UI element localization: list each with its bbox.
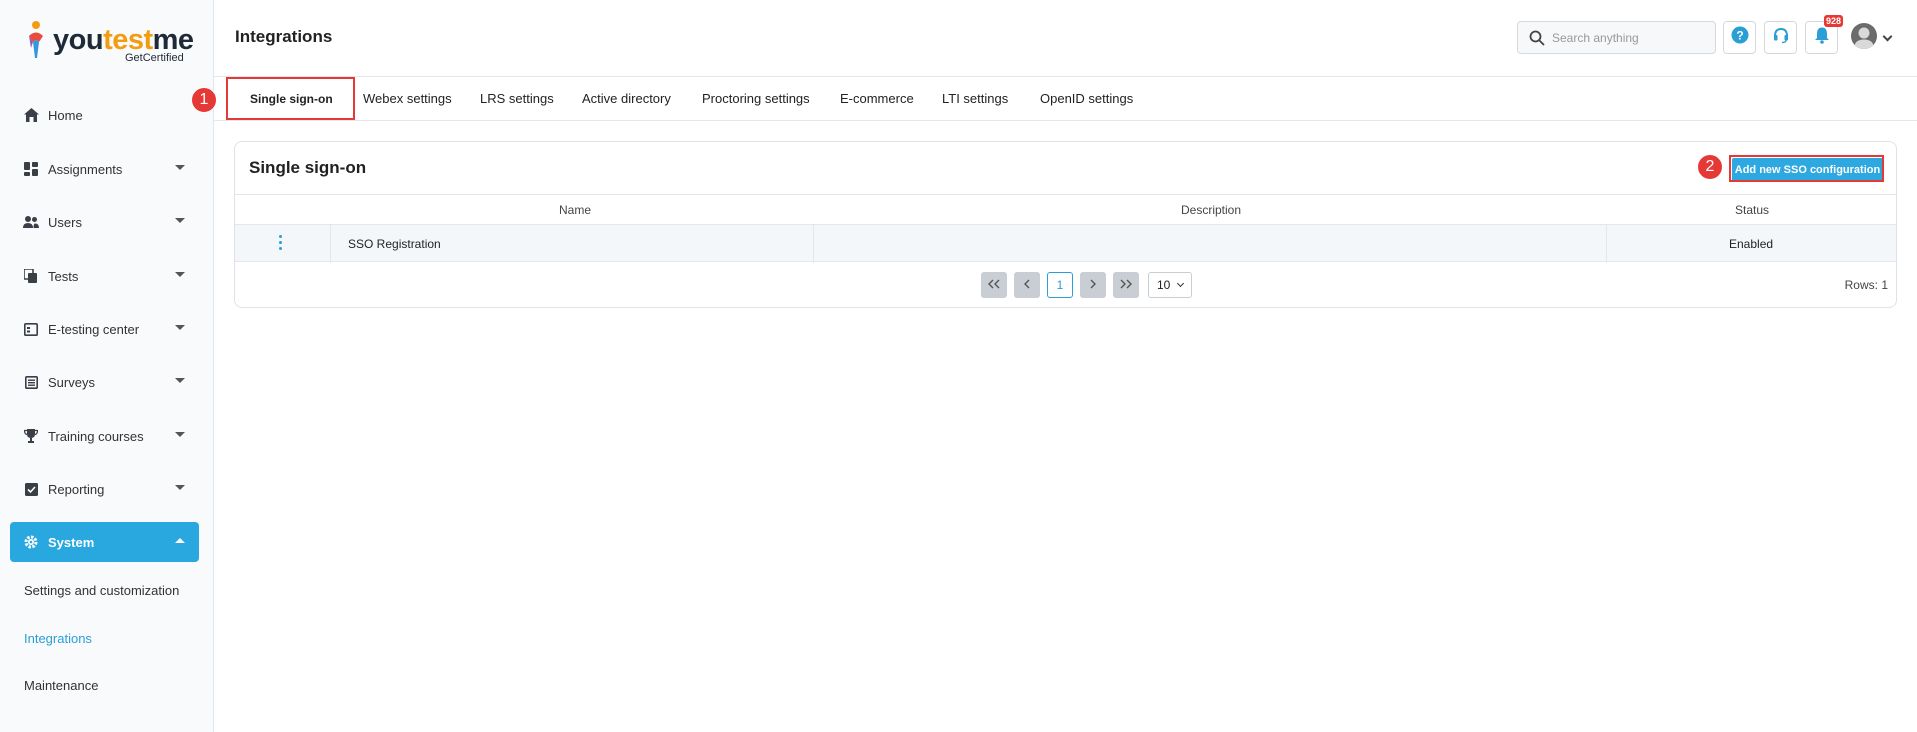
sidebar-item-label: System — [48, 534, 95, 550]
first-page-button[interactable] — [981, 272, 1007, 298]
previous-page-button[interactable] — [1014, 272, 1040, 298]
search-icon — [1529, 30, 1545, 49]
double-chevron-left-icon — [988, 278, 1000, 292]
column-header-name[interactable]: Name — [559, 203, 591, 217]
cell-divider — [1606, 225, 1607, 263]
sidebar-item-label: Tests — [48, 268, 79, 284]
sidebar-item-label: E-testing center — [48, 321, 140, 337]
users-icon — [23, 214, 39, 230]
tab-openid-settings[interactable]: OpenID settings — [1040, 91, 1133, 106]
support-button[interactable] — [1764, 21, 1797, 54]
sidebar-item-label: Home — [48, 107, 83, 123]
sso-card: Single sign-on Add new SSO configuration… — [234, 141, 1897, 308]
sidebar-item-label: Reporting — [48, 481, 105, 497]
chevron-down-icon — [175, 165, 185, 170]
tab-webex-settings[interactable]: Webex settings — [363, 91, 452, 106]
row-menu-icon[interactable] — [279, 235, 282, 250]
logo[interactable]: youtestme GetCertified — [25, 18, 195, 68]
sidebar-item-label: Assignments — [48, 161, 123, 177]
help-button[interactable]: ? — [1723, 21, 1756, 54]
chevron-down-icon — [1176, 279, 1185, 288]
tab-proctoring-settings[interactable]: Proctoring settings — [702, 91, 810, 106]
sidebar-item-label: Surveys — [48, 374, 95, 390]
column-header-status[interactable]: Status — [1735, 203, 1769, 217]
list-icon — [23, 374, 39, 390]
sidebar-item-system[interactable]: System — [10, 522, 199, 562]
tab-lrs-settings[interactable]: LRS settings — [480, 91, 554, 106]
sidebar-item-e-testing-center[interactable]: E-testing center — [10, 309, 199, 349]
headset-icon — [1772, 26, 1790, 49]
cell-divider — [330, 225, 331, 263]
chevron-down-icon — [175, 378, 185, 383]
gear-icon — [23, 534, 39, 550]
highlight-box-tab — [226, 77, 355, 120]
dashboard-icon — [23, 161, 39, 177]
calendar-icon — [23, 321, 39, 337]
page-size-select[interactable]: 10 — [1148, 272, 1192, 298]
sidebar-item-reporting[interactable]: Reporting — [10, 469, 199, 509]
user-icon — [1854, 27, 1874, 49]
logo-mark-icon — [29, 21, 43, 58]
sidebar-subitem-maintenance[interactable]: Maintenance — [24, 678, 98, 693]
report-check-icon — [23, 481, 39, 497]
table-header: Name Description Status — [235, 194, 1896, 224]
bell-icon — [1813, 26, 1831, 49]
chevron-down-icon — [175, 432, 185, 437]
next-page-button[interactable] — [1080, 272, 1106, 298]
chevron-left-icon — [1023, 278, 1031, 292]
rows-count: Rows: 1 — [1844, 278, 1888, 292]
sidebar-item-label: Users — [48, 214, 82, 230]
step-marker-1: 1 — [191, 87, 217, 113]
table-row[interactable]: SSO Registration Enabled — [235, 224, 1896, 263]
tab-lti-settings[interactable]: LTI settings — [942, 91, 1008, 106]
help-icon: ? — [1731, 26, 1749, 49]
sidebar-item-assignments[interactable]: Assignments — [10, 149, 199, 189]
sidebar-item-users[interactable]: Users — [10, 202, 199, 242]
page-size-value: 10 — [1157, 278, 1171, 292]
double-chevron-right-icon — [1120, 278, 1132, 292]
sidebar-subitem-integrations[interactable]: Integrations — [24, 631, 92, 646]
column-header-description[interactable]: Description — [1181, 203, 1241, 217]
cell-status: Enabled — [1729, 237, 1774, 251]
home-icon — [23, 107, 39, 123]
last-page-button[interactable] — [1113, 272, 1139, 298]
trophy-icon — [23, 428, 39, 444]
sso-table: Name Description Status SSO Registration… — [235, 194, 1896, 263]
chevron-right-icon — [1089, 278, 1097, 292]
sidebar-item-label: Training courses — [48, 428, 144, 444]
logo-subtitle: GetCertified — [125, 52, 184, 64]
cell-divider — [813, 225, 814, 263]
sidebar-subitem-settings-and-customization[interactable]: Settings and customization — [24, 583, 179, 598]
notification-badge: 928 — [1824, 15, 1844, 27]
tabs-bar: Single sign-on Webex settings LRS settin… — [214, 76, 1917, 121]
sidebar-item-training-courses[interactable]: Training courses — [10, 416, 199, 456]
chevron-down-icon — [175, 218, 185, 223]
sidebar-item-surveys[interactable]: Surveys — [10, 362, 199, 402]
sidebar: youtestme GetCertified Home Assignments … — [0, 0, 214, 732]
chevron-up-icon — [175, 538, 185, 543]
search-placeholder: Search anything — [1552, 30, 1639, 45]
search-input[interactable]: Search anything — [1517, 21, 1716, 54]
chevron-down-icon — [175, 272, 185, 277]
page-title: Integrations — [235, 27, 333, 46]
sidebar-item-home[interactable]: Home — [10, 95, 199, 135]
avatar[interactable] — [1851, 23, 1877, 49]
chevron-down-icon — [175, 485, 185, 490]
chevron-down-icon — [175, 325, 185, 330]
tab-active-directory[interactable]: Active directory — [582, 91, 671, 106]
svg-text:?: ? — [1736, 29, 1743, 43]
highlight-box-add-button — [1729, 155, 1884, 182]
step-marker-2: 2 — [1697, 154, 1723, 180]
card-title: Single sign-on — [249, 158, 367, 177]
current-page-button[interactable]: 1 — [1047, 272, 1073, 298]
tab-e-commerce[interactable]: E-commerce — [840, 91, 914, 106]
copy-icon — [23, 268, 39, 284]
sidebar-item-tests[interactable]: Tests — [10, 256, 199, 296]
cell-name: SSO Registration — [348, 237, 441, 251]
chevron-down-icon[interactable] — [1882, 31, 1893, 42]
